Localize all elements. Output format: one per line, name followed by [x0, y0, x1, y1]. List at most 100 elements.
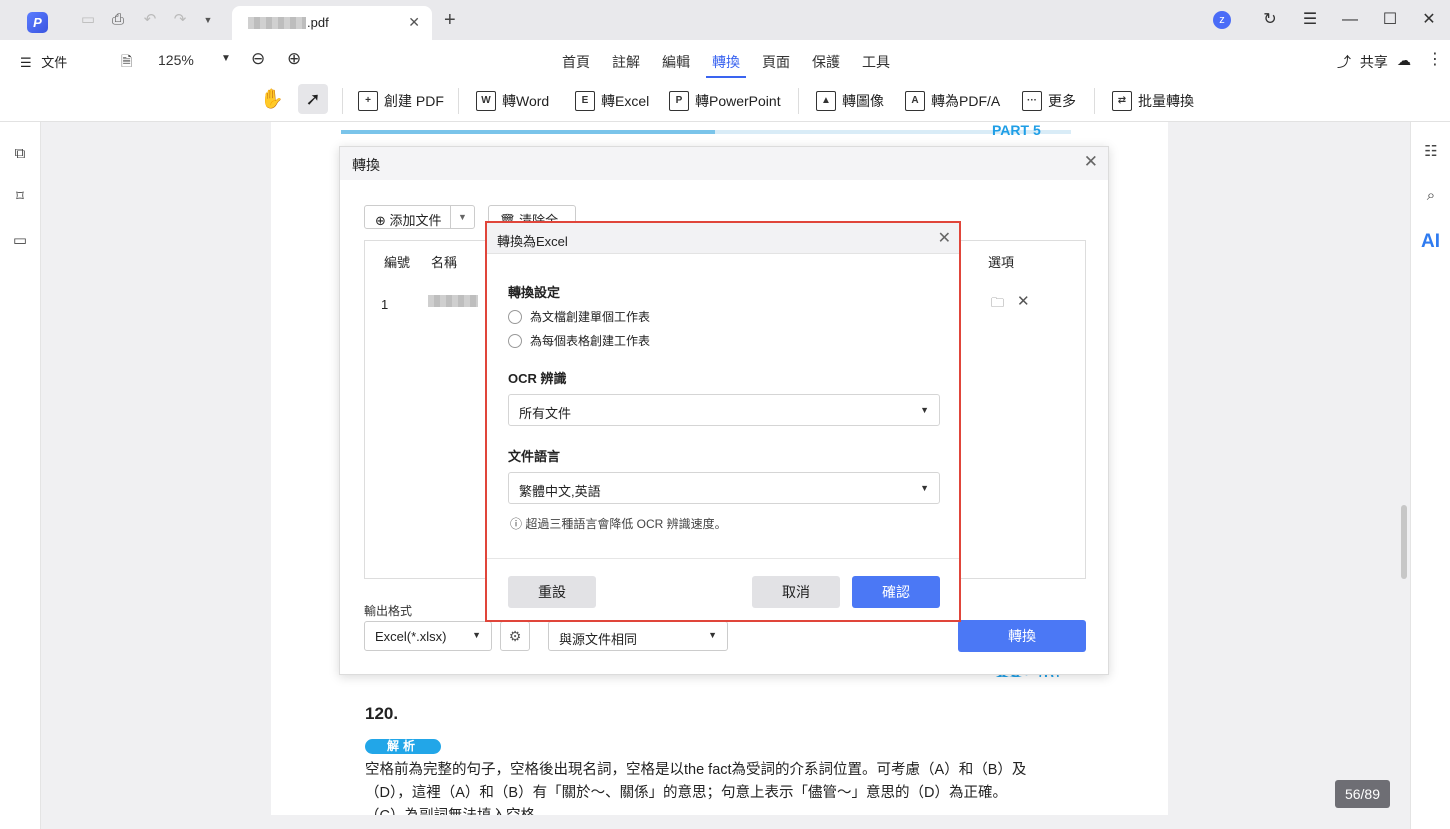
close-icon[interactable]: ✕	[938, 228, 951, 248]
radio-single-sheet[interactable]: 為文檔創建單個工作表	[508, 308, 650, 325]
add-file-button[interactable]: ⊕ 添加文件 ▼	[364, 205, 475, 229]
batch-convert-button[interactable]: ⇄ 批量轉換	[1112, 89, 1194, 113]
page-indicator[interactable]: 56/89	[1335, 780, 1390, 808]
question-number: 120.	[365, 704, 399, 723]
zoom-level[interactable]: 125%	[158, 52, 194, 68]
bookmark-icon[interactable]: ⌑	[10, 187, 30, 207]
to-word-button[interactable]: W 轉Word	[476, 89, 549, 113]
maximize-icon[interactable]: ☐	[1379, 9, 1401, 31]
paragraph-line: （C）為副詞無法填入空格。	[365, 805, 1085, 815]
dropdown-icon[interactable]: ▼	[198, 10, 218, 30]
to-image-button[interactable]: ▲ 轉圖像	[816, 89, 884, 113]
file-menu[interactable]: ☰ 文件	[20, 52, 67, 71]
page-view-icon[interactable]: 🗎	[121, 51, 132, 75]
hamburger-icon: ☰	[20, 55, 32, 70]
folder-icon[interactable]: 🗀	[991, 294, 1004, 316]
select-tool-icon[interactable]: ➚	[298, 84, 328, 114]
chevron-down-icon: ▼	[920, 483, 929, 493]
output-folder-select[interactable]: 與源文件相同 ▼	[548, 621, 728, 651]
zoom-in-icon[interactable]: ⊕	[287, 49, 301, 69]
close-icon[interactable]: ✕	[408, 14, 420, 31]
settings-gear-icon[interactable]: ⚙	[500, 621, 530, 651]
redo-icon[interactable]: ↷	[170, 10, 190, 30]
cloud-upload-icon[interactable]: ☁	[1397, 52, 1411, 69]
to-powerpoint-button[interactable]: P 轉PowerPoint	[669, 89, 781, 113]
app-logo: P	[27, 12, 48, 33]
active-tab-indicator	[706, 76, 746, 78]
save-icon[interactable]: ▭	[78, 10, 98, 30]
chevron-down-icon: ▼	[920, 405, 929, 415]
print-icon[interactable]: ⎙	[108, 10, 128, 30]
tab-annotate[interactable]: 註解	[612, 52, 640, 72]
convert-toolbar: ✋ ➚ + 創建 PDF W 轉Word E 轉Excel P 轉PowerPoint …	[0, 80, 1450, 122]
undo-icon[interactable]: ↶	[140, 10, 160, 30]
to-excel-label: 轉Excel	[601, 93, 650, 109]
hand-tool-icon[interactable]: ✋	[259, 86, 285, 114]
cancel-button[interactable]: 取消	[752, 576, 840, 608]
search-icon[interactable]: ⌕	[1421, 186, 1441, 206]
share-button[interactable]: ⤴ 共享	[1337, 52, 1388, 72]
dialog-header: 轉換為Excel ✕	[487, 223, 959, 254]
excel-settings-dialog: 轉換為Excel ✕ 轉換設定 為文檔創建單個工作表 為每個表格創建工作表 OC…	[485, 221, 961, 622]
chevron-down-icon: ▼	[472, 630, 481, 640]
column-header-options: 選項	[988, 255, 1015, 270]
output-format-select[interactable]: Excel(*.xlsx) ▼	[364, 621, 492, 651]
more-vertical-icon[interactable]: ⋮	[1427, 49, 1443, 69]
hamburger-menu-icon[interactable]: ☰	[1299, 9, 1321, 31]
paragraph-line: （D），這裡（A）和（B）有「關於～、關係」的意思；句意上表示「儘管～」意思的（…	[365, 785, 1008, 801]
to-powerpoint-label: 轉PowerPoint	[695, 93, 781, 109]
right-sidebar: ☷ ⌕ AI	[1410, 122, 1450, 829]
document-tab[interactable]: .pdf ✕	[232, 6, 432, 40]
create-pdf-button[interactable]: + 創建 PDF	[358, 89, 444, 113]
ocr-heading: OCR 辨識	[508, 371, 567, 386]
to-excel-button[interactable]: E 轉Excel	[575, 89, 649, 113]
redacted-filename	[248, 17, 306, 29]
part-label: PART 5	[992, 122, 1041, 138]
chevron-down-icon[interactable]: ▼	[450, 206, 474, 228]
close-icon[interactable]: ✕	[1084, 152, 1098, 172]
new-tab-button[interactable]: +	[444, 9, 456, 32]
tab-home[interactable]: 首頁	[562, 52, 590, 72]
comment-icon[interactable]: ▭	[10, 231, 30, 251]
thumbnail-icon[interactable]: ⧉	[10, 144, 30, 164]
to-pdfa-button[interactable]: A 轉為PDF/A	[905, 89, 1000, 113]
batch-convert-label: 批量轉換	[1138, 93, 1194, 109]
confirm-button[interactable]: 確認	[852, 576, 940, 608]
refresh-icon[interactable]: ↻	[1259, 9, 1281, 31]
radio-circle[interactable]	[508, 333, 522, 348]
powerpoint-icon: P	[669, 91, 689, 111]
zoom-out-icon[interactable]: ⊖	[251, 49, 265, 69]
properties-icon[interactable]: ☷	[1421, 142, 1441, 162]
analysis-badge: 解析	[365, 739, 441, 754]
chevron-down-icon[interactable]: ▼	[221, 53, 231, 64]
create-pdf-label: 創建 PDF	[384, 93, 444, 109]
tab-protect[interactable]: 保護	[812, 52, 840, 72]
plus-circle-icon: ⊕	[375, 213, 386, 228]
tab-page[interactable]: 頁面	[762, 52, 790, 72]
word-icon: W	[476, 91, 496, 111]
create-pdf-icon: +	[358, 91, 378, 111]
minimize-icon[interactable]: —	[1339, 9, 1361, 31]
ocr-select[interactable]: 所有文件 ▼	[508, 394, 940, 426]
convert-button[interactable]: 轉換	[958, 620, 1086, 652]
add-file-label: 添加文件	[389, 213, 442, 228]
remove-icon[interactable]: ✕	[1017, 292, 1030, 310]
more-label: 更多	[1048, 93, 1076, 109]
radio-sheet-per-table[interactable]: 為每個表格創建工作表	[508, 332, 650, 349]
radio-circle[interactable]	[508, 309, 522, 324]
window-close-icon[interactable]: ✕	[1418, 9, 1440, 31]
avatar[interactable]: z	[1213, 11, 1231, 29]
conversion-settings-heading: 轉換設定	[508, 285, 561, 300]
tab-convert[interactable]: 轉換	[712, 52, 740, 72]
column-header-number: 編號	[384, 255, 411, 270]
output-format-value: Excel(*.xlsx)	[375, 629, 447, 644]
ai-assistant-icon[interactable]: AI	[1421, 231, 1440, 253]
batch-icon: ⇄	[1112, 91, 1132, 111]
excel-icon: E	[575, 91, 595, 111]
vertical-scrollbar[interactable]	[1401, 505, 1407, 579]
more-button[interactable]: ··· 更多	[1022, 89, 1076, 113]
reset-button[interactable]: 重設	[508, 576, 596, 608]
tab-edit[interactable]: 編輯	[662, 52, 690, 72]
language-select[interactable]: 繁體中文,英語 ▼	[508, 472, 940, 504]
tab-tools[interactable]: 工具	[862, 52, 890, 72]
